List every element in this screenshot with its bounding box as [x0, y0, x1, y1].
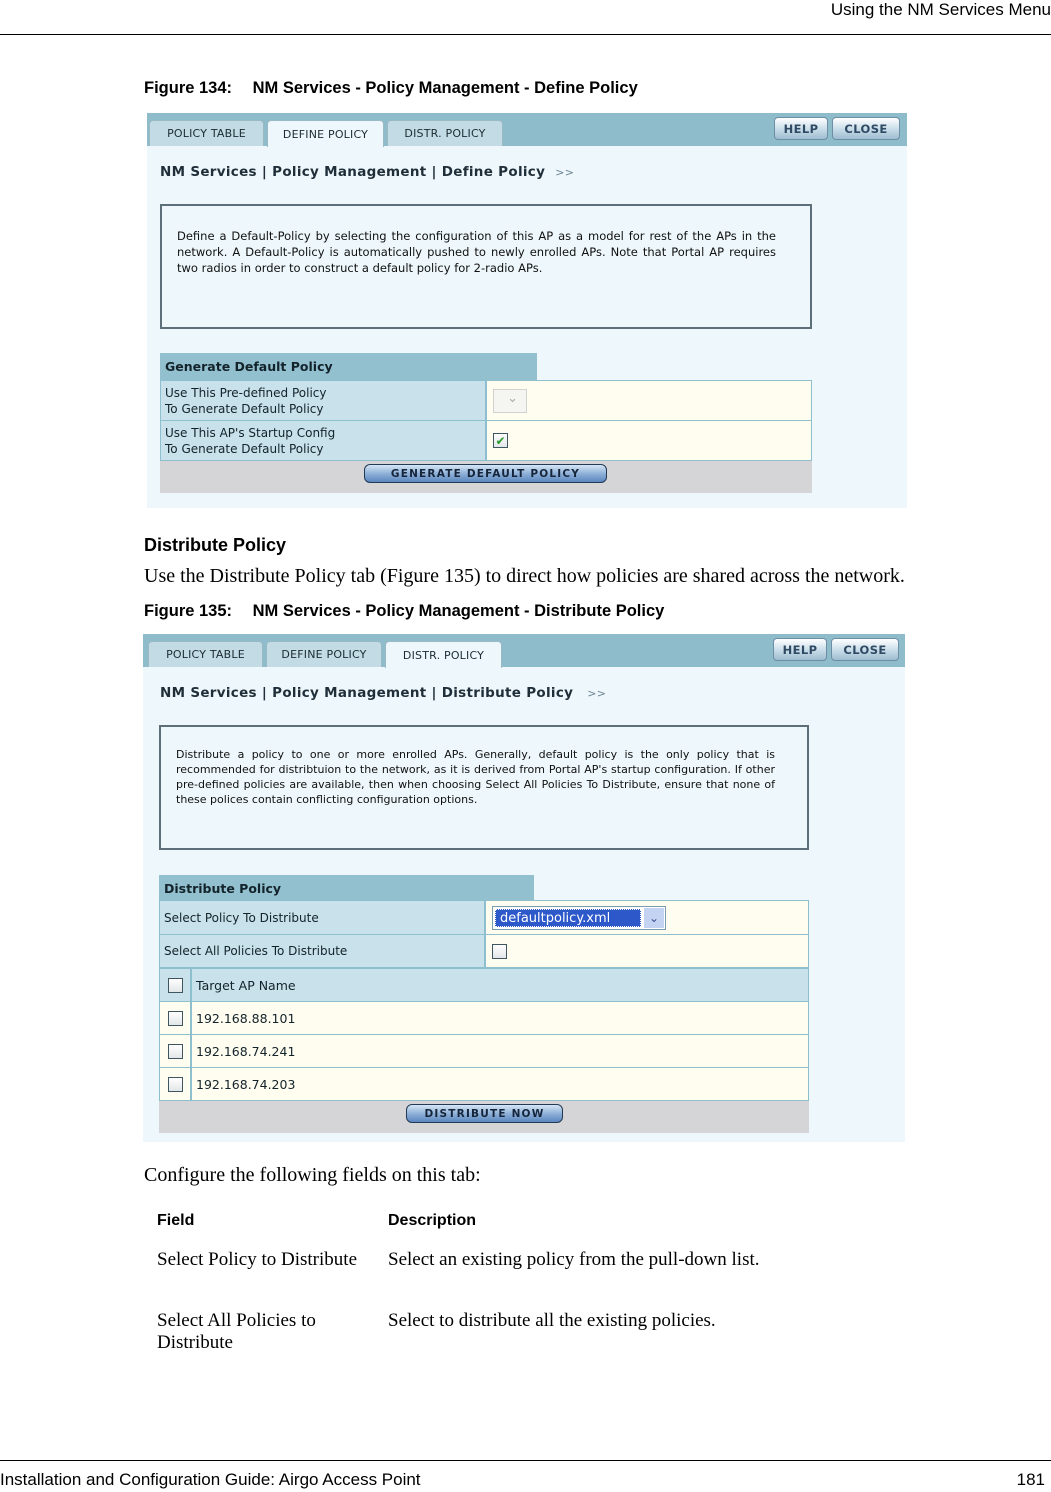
field-label: Select All Policies To Distribute	[160, 935, 484, 967]
checkmark-icon: ✔	[495, 433, 506, 448]
footer-rule	[0, 1460, 1051, 1461]
field-value: defaultpolicy.xml ⌄	[484, 901, 808, 934]
checkbox-cell	[160, 1002, 192, 1034]
section-header-generate-default-policy: Generate Default Policy	[160, 353, 537, 380]
figure-135-number: Figure 135:	[144, 602, 233, 620]
field-value	[485, 381, 811, 420]
target-header-row: Target AP Name	[159, 968, 809, 1002]
header-rule	[0, 34, 1051, 35]
define-policy-screenshot: POLICY TABLE DEFINE POLICY DISTR. POLICY…	[147, 113, 907, 508]
section-header-distribute-policy: Distribute Policy	[159, 875, 534, 901]
field-description: Select to distribute all the existing po…	[388, 1310, 716, 1331]
figure-134-number: Figure 134:	[144, 79, 233, 97]
table-row: 192.168.88.101	[159, 1001, 809, 1035]
field-value: ✔	[485, 421, 811, 460]
running-header: Using the NM Services Menu	[830, 0, 1051, 19]
chevron-down-icon[interactable]: ⌄	[644, 907, 664, 928]
tab-policy-table[interactable]: POLICY TABLE	[149, 120, 264, 146]
breadcrumb-text: NM Services | Policy Management | Distri…	[160, 685, 574, 701]
section-intro: Use the Distribute Policy tab (Figure 13…	[144, 565, 905, 587]
info-box: Distribute a policy to one or more enrol…	[159, 725, 809, 850]
tab-distr-policy[interactable]: DISTR. POLICY	[387, 120, 503, 146]
column-header-field: Field	[157, 1212, 195, 1229]
target-checkbox[interactable]	[167, 1076, 183, 1092]
tab-define-policy[interactable]: DEFINE POLICY	[266, 641, 382, 667]
double-chevron-icon: >>	[555, 166, 575, 179]
field-value	[484, 935, 808, 967]
close-button[interactable]: CLOSE	[831, 638, 899, 661]
configure-text: Configure the following fields on this t…	[144, 1164, 481, 1186]
field-label: Use This AP's Startup Config To Generate…	[161, 421, 485, 460]
distribute-now-button[interactable]: DISTRIBUTE NOW	[406, 1104, 563, 1123]
breadcrumb-text: NM Services | Policy Management | Define…	[160, 164, 546, 180]
button-bar: DISTRIBUTE NOW	[159, 1101, 809, 1133]
field-description: Select an existing policy from the pull-…	[388, 1249, 760, 1270]
field-label: Use This Pre-defined Policy To Generate …	[161, 381, 485, 420]
tab-bar: POLICY TABLE DEFINE POLICY DISTR. POLICY…	[143, 634, 905, 668]
distribute-policy-screenshot: POLICY TABLE DEFINE POLICY DISTR. POLICY…	[143, 634, 905, 1142]
target-ap-header: Target AP Name	[196, 977, 296, 993]
info-box: Define a Default-Policy by selecting the…	[160, 204, 812, 329]
field-row-predefined-policy: Use This Pre-defined Policy To Generate …	[160, 380, 812, 421]
tab-bar: POLICY TABLE DEFINE POLICY DISTR. POLICY…	[147, 113, 907, 147]
double-chevron-icon: >>	[587, 687, 607, 700]
breadcrumb: NM Services | Policy Management | Define…	[160, 164, 574, 180]
table-row: 192.168.74.241	[159, 1034, 809, 1068]
startup-config-checkbox[interactable]: ✔	[493, 433, 508, 448]
help-button[interactable]: HELP	[773, 638, 827, 661]
target-ap-name: 192.168.74.241	[196, 1043, 296, 1059]
target-ap-name: 192.168.88.101	[196, 1010, 296, 1026]
field-name: Select Policy to Distribute	[157, 1249, 358, 1270]
help-button[interactable]: HELP	[774, 117, 828, 140]
label-line: Use This Pre-defined Policy	[165, 385, 327, 400]
page-number: 181	[1016, 1470, 1045, 1489]
table-row: 192.168.74.203	[159, 1067, 809, 1101]
figure-135-caption: Figure 135: NM Services - Policy Managem…	[144, 602, 664, 621]
selected-value: defaultpolicy.xml	[495, 908, 641, 927]
figure-134-title: NM Services - Policy Management - Define…	[252, 79, 638, 97]
field-label: Select Policy To Distribute	[160, 901, 484, 934]
button-bar: GENERATE DEFAULT POLICY	[160, 461, 812, 493]
field-row-startup-config: Use This AP's Startup Config To Generate…	[160, 420, 812, 461]
field-row-select-all: Select All Policies To Distribute	[159, 934, 809, 968]
label-line: To Generate Default Policy	[165, 401, 324, 416]
target-checkbox[interactable]	[167, 1043, 183, 1059]
breadcrumb: NM Services | Policy Management | Distri…	[160, 685, 606, 701]
predefined-policy-select[interactable]	[493, 388, 527, 413]
select-policy-dropdown[interactable]: defaultpolicy.xml ⌄	[492, 905, 666, 930]
generate-default-policy-button[interactable]: GENERATE DEFAULT POLICY	[364, 464, 607, 483]
label-line: Use This AP's Startup Config	[165, 425, 336, 440]
field-name: Select All Policies to Distribute	[157, 1310, 316, 1353]
target-ap-name: 192.168.74.203	[196, 1076, 296, 1092]
column-header-description: Description	[388, 1212, 477, 1229]
tab-policy-table[interactable]: POLICY TABLE	[148, 641, 263, 667]
figure-135-title: NM Services - Policy Management - Distri…	[252, 602, 665, 620]
tab-distr-policy[interactable]: DISTR. POLICY	[385, 641, 502, 668]
footer-title: Installation and Configuration Guide: Ai…	[0, 1470, 421, 1489]
checkbox-cell	[160, 969, 192, 1001]
field-row-select-policy: Select Policy To Distribute defaultpolic…	[159, 900, 809, 935]
figure-134-caption: Figure 134: NM Services - Policy Managem…	[144, 79, 638, 98]
select-all-policies-checkbox[interactable]	[492, 943, 507, 959]
target-checkbox[interactable]	[167, 1010, 183, 1026]
section-heading: Distribute Policy	[144, 535, 287, 555]
close-button[interactable]: CLOSE	[832, 117, 900, 140]
select-all-targets-checkbox[interactable]	[167, 977, 183, 993]
tab-define-policy[interactable]: DEFINE POLICY	[267, 120, 384, 147]
checkbox-cell	[160, 1035, 192, 1067]
label-line: To Generate Default Policy	[165, 441, 324, 456]
checkbox-cell	[160, 1068, 192, 1100]
